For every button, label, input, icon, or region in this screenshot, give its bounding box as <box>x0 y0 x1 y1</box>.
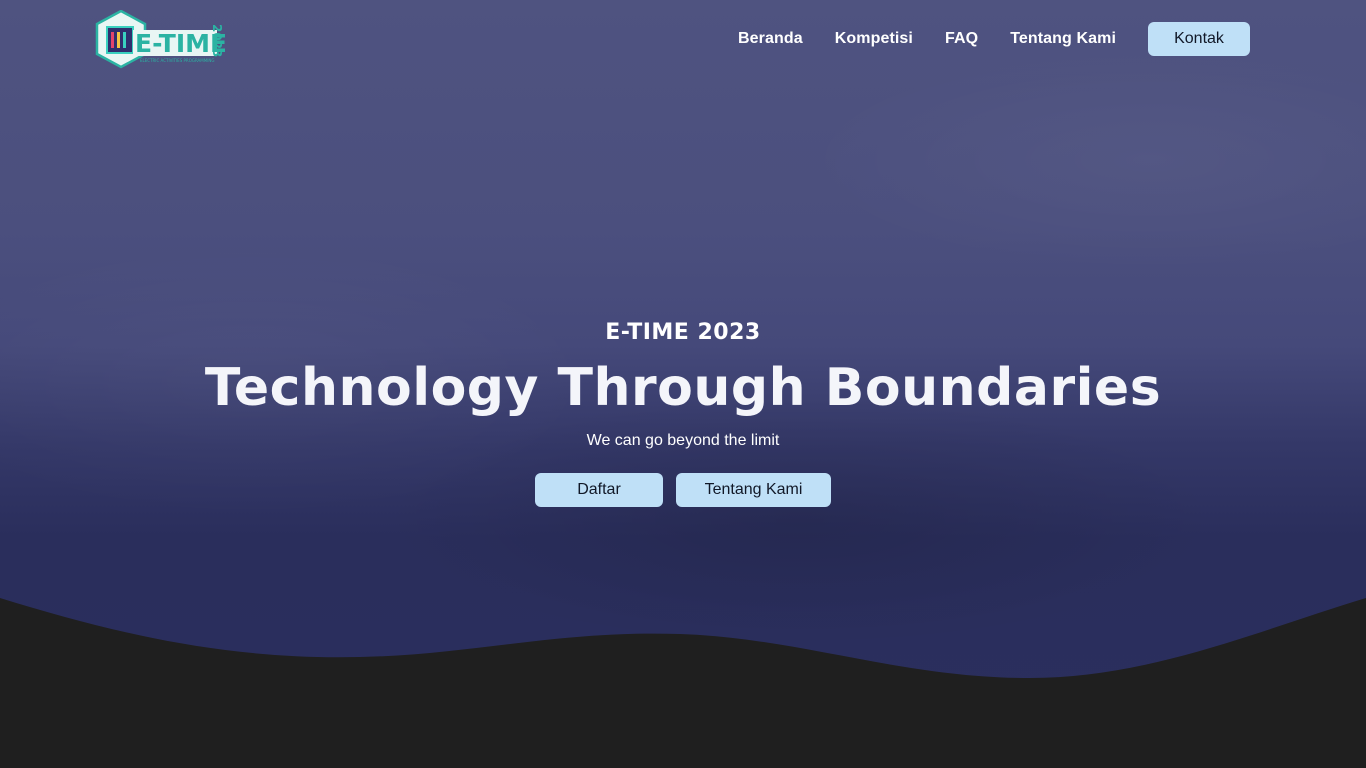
hero-actions: Daftar Tentang Kami <box>0 473 1366 507</box>
hero-eyebrow: E-TIME 2023 <box>605 320 761 345</box>
nav-link-beranda[interactable]: Beranda <box>738 22 803 56</box>
navbar: E-TIME ELECTRIC ACTIVITIES PROGRAMMING 2… <box>0 0 1366 78</box>
svg-text:ELECTRIC ACTIVITIES PROGRAMMIN: ELECTRIC ACTIVITIES PROGRAMMING <box>140 58 214 63</box>
hero-tagline: We can go beyond the limit <box>586 432 780 449</box>
contact-button[interactable]: Kontak <box>1148 22 1250 56</box>
svg-text:2023: 2023 <box>210 24 224 57</box>
wave-divider <box>0 598 1366 768</box>
nav-link-tentang-kami[interactable]: Tentang Kami <box>1010 22 1116 56</box>
nav-link-kompetisi[interactable]: Kompetisi <box>835 22 913 56</box>
nav-link-faq[interactable]: FAQ <box>945 22 978 56</box>
hero-headline: Technology Through Boundaries <box>204 358 1162 418</box>
about-us-button[interactable]: Tentang Kami <box>676 473 831 507</box>
register-button[interactable]: Daftar <box>535 473 663 507</box>
main-navigation: Beranda Kompetisi FAQ Tentang Kami Konta… <box>738 22 1250 56</box>
etime-logo[interactable]: E-TIME ELECTRIC ACTIVITIES PROGRAMMING 2… <box>95 9 227 70</box>
hero-content: E-TIME 2023 Technology Through Boundarie… <box>0 318 1366 507</box>
